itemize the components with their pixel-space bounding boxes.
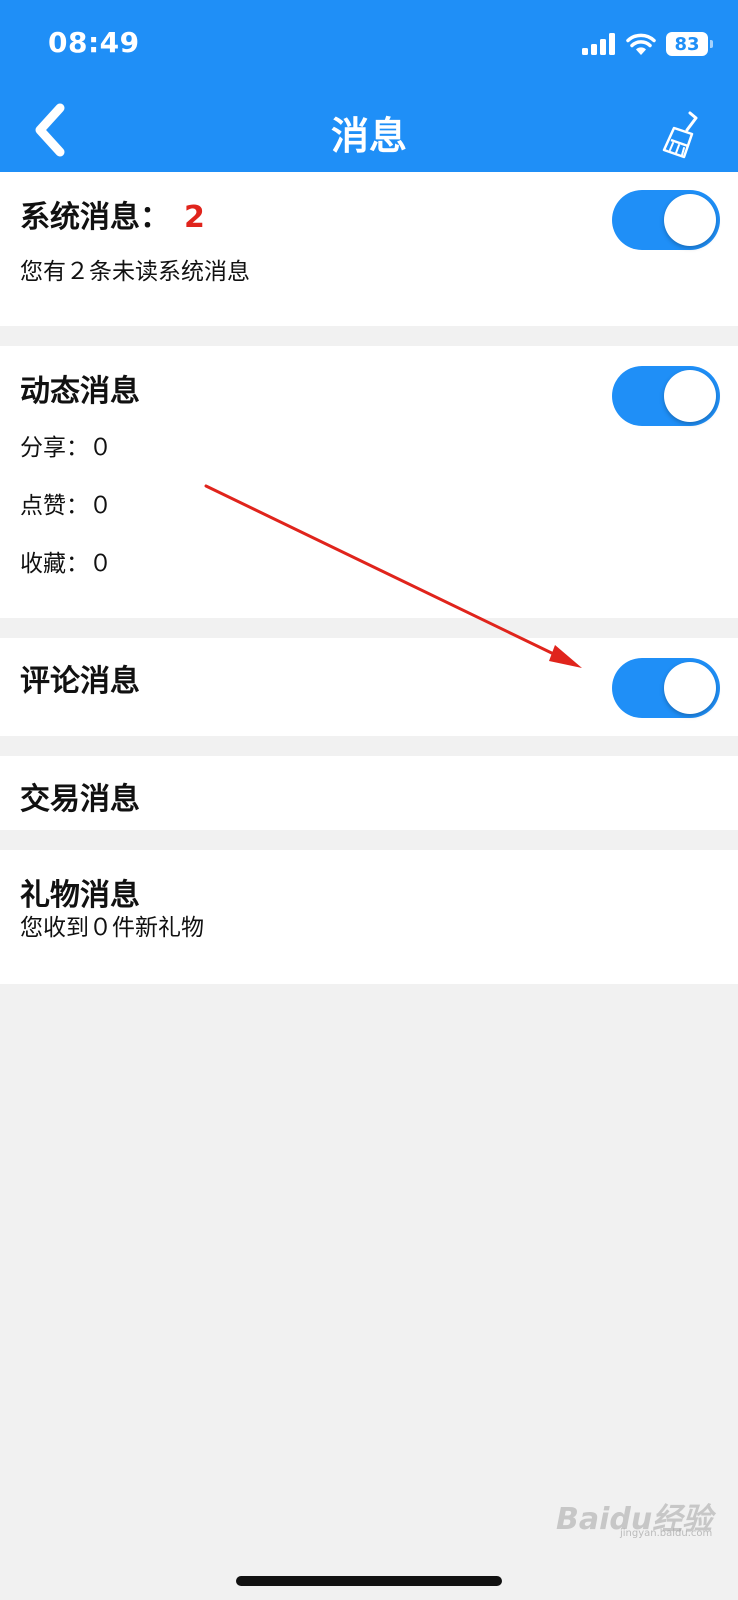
cellular-signal-icon: [582, 33, 615, 55]
toggle-knob: [664, 662, 716, 714]
like-count: 点赞：０: [20, 493, 112, 519]
system-messages-desc: 您有２条未读系统消息: [20, 259, 250, 285]
activity-messages-card[interactable]: 动态消息 分享：０ 点赞：０ 收藏：０: [0, 346, 738, 618]
battery-icon: 83: [666, 32, 713, 56]
broom-clear-icon[interactable]: [660, 110, 706, 160]
comment-messages-title: 评论消息: [20, 664, 140, 699]
favorite-count: 收藏：０: [20, 551, 112, 577]
toggle-knob: [664, 194, 716, 246]
comment-messages-card[interactable]: 评论消息: [0, 638, 738, 736]
status-time: 08:49: [48, 26, 140, 59]
gift-messages-card[interactable]: 礼物消息 您收到０件新礼物: [0, 850, 738, 984]
baidu-watermark-url: jingyan.baidu.com: [620, 1528, 713, 1539]
system-messages-toggle[interactable]: [612, 190, 720, 250]
page-title: 消息: [330, 114, 407, 158]
comment-messages-toggle[interactable]: [612, 658, 720, 718]
status-icons: 83: [582, 32, 713, 56]
activity-messages-title: 动态消息: [20, 374, 140, 409]
top-bar: 08:49 83 消息: [0, 0, 738, 172]
toggle-knob: [664, 370, 716, 422]
trade-messages-title: 交易消息: [20, 782, 140, 817]
share-count: 分享：０: [20, 435, 112, 461]
gift-messages-desc: 您收到０件新礼物: [20, 915, 204, 941]
trade-messages-card[interactable]: 交易消息: [0, 756, 738, 830]
activity-messages-toggle[interactable]: [612, 366, 720, 426]
system-messages-title: 系统消息： 2: [20, 200, 205, 235]
home-indicator[interactable]: [236, 1576, 502, 1586]
system-messages-card[interactable]: 系统消息： 2 您有２条未读系统消息: [0, 172, 738, 326]
wifi-icon: [626, 33, 656, 55]
unread-count-badge: 2: [184, 200, 205, 235]
